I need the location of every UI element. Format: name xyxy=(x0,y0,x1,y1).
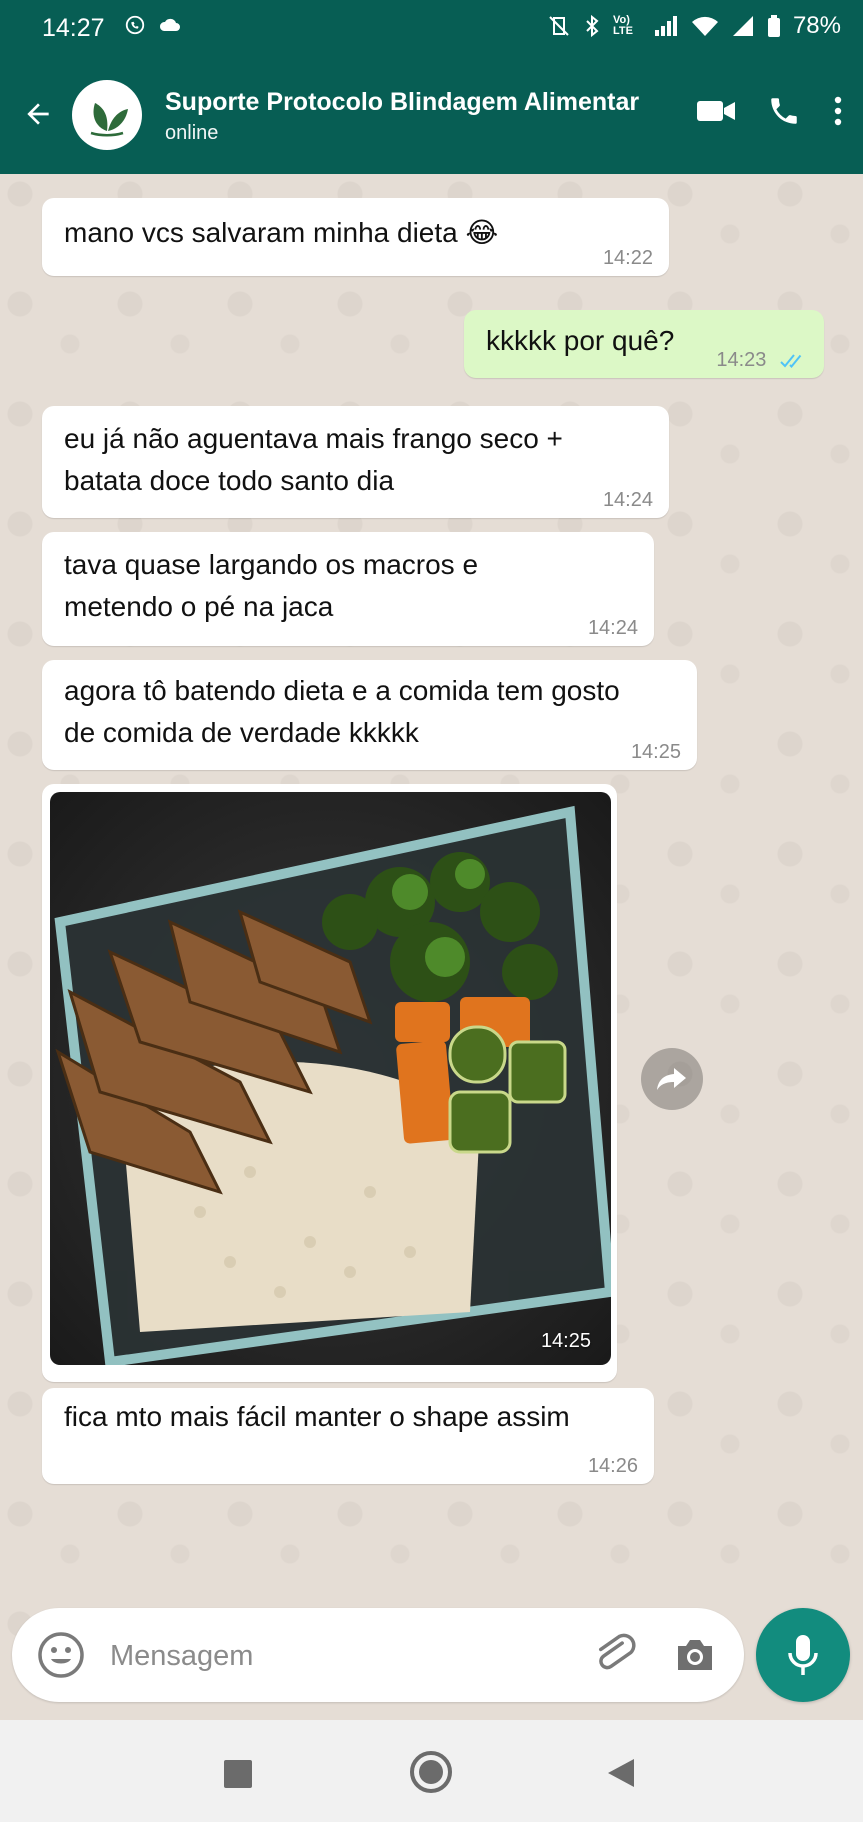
attach-button[interactable] xyxy=(592,1632,638,1683)
recents-button[interactable] xyxy=(224,1760,252,1793)
message-text: eu já não aguentava mais frango seco + b… xyxy=(64,423,563,496)
bluetooth-icon xyxy=(586,14,599,38)
message-time: 14:25 xyxy=(540,1330,591,1352)
battery-icon xyxy=(767,15,780,37)
video-call-button[interactable] xyxy=(695,95,737,127)
camera-button[interactable] xyxy=(672,1632,718,1683)
message-text: agora tô batendo dieta e a comida tem go… xyxy=(64,675,620,748)
whatsapp-icon xyxy=(125,15,145,35)
message-time: 14:23 xyxy=(716,349,767,371)
volte-label: Vo) LTE xyxy=(612,14,633,37)
phone-icon xyxy=(771,98,797,124)
message-bubble-incoming[interactable]: eu já não aguentava mais frango seco + b… xyxy=(42,406,669,518)
double-check-read-icon xyxy=(780,354,802,368)
message-bubble-incoming[interactable]: tava quase largando os macros e metendo … xyxy=(42,532,654,646)
home-circle-icon xyxy=(410,1751,452,1793)
forward-icon xyxy=(657,1068,686,1090)
message-bubble-incoming[interactable]: mano vcs salvaram minha dieta 😂 14:22 xyxy=(42,198,669,276)
message-time: 14:22 xyxy=(602,247,653,269)
camera-icon xyxy=(678,1640,712,1670)
message-time: 14:24 xyxy=(587,617,638,639)
message-bubble-outgoing[interactable]: kkkkk por quê? 14:23 xyxy=(464,310,824,378)
battery-percentage: 78% xyxy=(792,12,841,39)
back-button[interactable] xyxy=(18,94,58,134)
message-text: tava quase largando os macros e metendo … xyxy=(64,549,479,622)
contact-name[interactable]: Suporte Protocolo Blindagem Alimentar xyxy=(165,88,639,117)
meal-photo[interactable]: 14:25 xyxy=(50,792,611,1365)
system-navigation-bar xyxy=(0,1720,863,1822)
mic-icon xyxy=(788,1635,818,1675)
leaf-logo-icon xyxy=(90,103,128,137)
meal-prep-photo-icon xyxy=(50,792,611,1365)
message-time: 14:24 xyxy=(602,489,653,511)
attach-icon xyxy=(598,1633,636,1670)
contact-status: online xyxy=(165,122,219,144)
contact-avatar[interactable] xyxy=(72,80,142,150)
home-button[interactable] xyxy=(409,1750,453,1799)
emoji-button[interactable] xyxy=(36,1630,86,1680)
vibrate-off-icon xyxy=(549,16,569,36)
more-vert-icon xyxy=(834,96,842,126)
message-bubble-incoming[interactable]: agora tô batendo dieta e a comida tem go… xyxy=(42,660,697,770)
square-icon xyxy=(224,1760,252,1788)
cell-signal-icon xyxy=(732,16,753,36)
signal-icon xyxy=(654,16,677,36)
cloud-icon xyxy=(159,18,180,31)
message-time: 14:26 xyxy=(587,1455,638,1477)
message-composer xyxy=(12,1608,744,1702)
message-text: fica mto mais fácil manter o shape assim xyxy=(64,1401,570,1432)
wifi-icon xyxy=(691,16,718,36)
message-bubble-incoming[interactable]: fica mto mais fácil manter o shape assim… xyxy=(42,1388,654,1484)
back-nav-button[interactable] xyxy=(606,1757,636,1794)
video-call-icon xyxy=(697,101,735,121)
emoji-icon xyxy=(38,1632,84,1678)
message-input[interactable] xyxy=(108,1630,592,1682)
status-time: 14:27 xyxy=(42,14,105,42)
message-text: mano vcs salvaram minha dieta 😂 xyxy=(64,217,499,248)
chat-header: Suporte Protocolo Blindagem Alimentar on… xyxy=(0,58,863,174)
voice-message-button[interactable] xyxy=(756,1608,850,1702)
image-message[interactable]: 14:25 xyxy=(42,784,617,1382)
triangle-back-icon xyxy=(608,1759,634,1787)
more-options-button[interactable] xyxy=(831,94,845,128)
voice-call-button[interactable] xyxy=(767,94,801,128)
forward-button[interactable] xyxy=(641,1048,703,1110)
message-text: kkkkk por quê? xyxy=(486,325,675,356)
status-bar: 14:27 Vo) LTE 78% xyxy=(0,0,863,58)
message-time: 14:25 xyxy=(630,741,681,763)
chat-area[interactable]: mano vcs salvaram minha dieta 😂 14:22 kk… xyxy=(0,174,863,1720)
back-arrow-icon xyxy=(27,103,49,125)
